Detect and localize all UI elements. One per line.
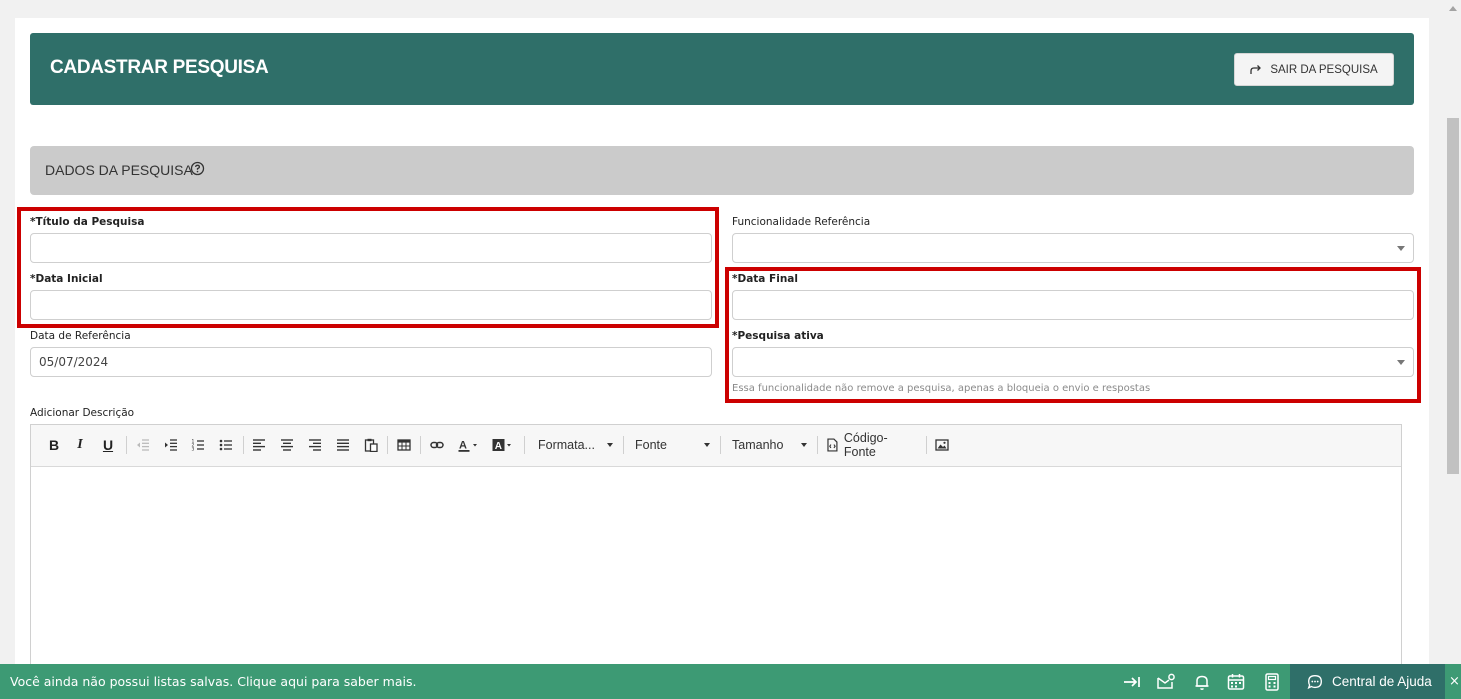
caret-down-icon	[704, 443, 710, 447]
toolbar-separator	[720, 436, 721, 454]
dropdown-arrow-icon	[1397, 360, 1405, 365]
rich-text-editor: B I U 123 A A Formata... Fonte Tamanho C…	[30, 424, 1402, 684]
source-code-icon	[827, 438, 838, 452]
calendar-icon[interactable]	[1226, 672, 1246, 692]
source-code-label: Código-Fonte	[843, 431, 888, 459]
toolbar-separator	[926, 436, 927, 454]
align-center-icon[interactable]	[278, 434, 296, 456]
align-justify-icon[interactable]	[334, 434, 352, 456]
background-color-icon[interactable]: A	[490, 434, 516, 456]
section-title: DADOS DA PESQUISA	[45, 162, 193, 178]
page-title: CADASTRAR PESQUISA	[50, 57, 269, 78]
scroll-thumb[interactable]	[1447, 118, 1459, 474]
scroll-up-arrow-icon[interactable]	[1449, 6, 1457, 11]
numbered-list-icon[interactable]: 123	[189, 434, 207, 456]
data-referencia-input[interactable]: 05/07/2024	[30, 347, 712, 377]
paste-icon[interactable]	[362, 434, 380, 456]
size-dropdown[interactable]: Tamanho	[732, 434, 807, 456]
font-label: Fonte	[635, 438, 667, 452]
footer-close-icon[interactable]: ×	[1449, 674, 1460, 689]
svg-text:A: A	[495, 441, 502, 452]
titulo-label: *Título da Pesquisa	[30, 216, 145, 228]
data-inicial-label: *Data Inicial	[30, 273, 103, 285]
toolbar-separator	[420, 436, 421, 454]
font-dropdown[interactable]: Fonte	[635, 434, 710, 456]
section-header: DADOS DA PESQUISA	[30, 146, 1414, 195]
toolbar-separator	[387, 436, 388, 454]
svg-text:3: 3	[192, 447, 195, 453]
dropdown-arrow-icon	[1397, 246, 1405, 251]
text-color-icon[interactable]: A	[456, 434, 482, 456]
formats-label: Formata...	[538, 438, 595, 452]
caret-down-icon	[607, 443, 613, 447]
bell-icon[interactable]	[1192, 672, 1212, 692]
saved-lists-message-link[interactable]: Você ainda não possui listas salvas. Cli…	[10, 674, 416, 689]
pesquisa-ativa-select[interactable]	[732, 347, 1414, 377]
arrow-to-right-icon[interactable]	[1122, 672, 1142, 692]
svg-text:A: A	[459, 440, 467, 452]
caret-down-icon	[801, 443, 807, 447]
toolbar-separator	[524, 436, 525, 454]
link-icon[interactable]	[428, 434, 446, 456]
indent-icon[interactable]	[162, 434, 180, 456]
descricao-label: Adicionar Descrição	[30, 407, 135, 419]
funcionalidade-label: Funcionalidade Referência	[732, 216, 871, 228]
editor-toolbar: B I U 123 A A Formata... Fonte Tamanho C…	[31, 425, 1401, 467]
outdent-icon[interactable]	[134, 434, 152, 456]
source-code-button[interactable]: Código-Fonte	[825, 431, 919, 459]
mail-settings-icon[interactable]	[1156, 672, 1176, 692]
align-right-icon[interactable]	[306, 434, 324, 456]
bullet-list-icon[interactable]	[217, 434, 235, 456]
help-center-button[interactable]: Central de Ajuda	[1290, 664, 1445, 699]
formats-dropdown[interactable]: Formata...	[538, 434, 613, 456]
page-header: CADASTRAR PESQUISA SAIR DA PESQUISA	[30, 33, 1414, 105]
editor-content-area[interactable]	[31, 468, 1401, 683]
data-final-label: *Data Final	[732, 273, 798, 285]
share-arrow-icon	[1250, 64, 1262, 74]
toolbar-separator	[126, 436, 127, 454]
question-circle-icon[interactable]	[190, 161, 205, 176]
toolbar-separator	[243, 436, 244, 454]
size-label: Tamanho	[732, 438, 784, 452]
footer-bar: Você ainda não possui listas salvas. Cli…	[0, 664, 1461, 699]
data-referencia-label: Data de Referência	[30, 330, 131, 342]
align-left-icon[interactable]	[250, 434, 268, 456]
italic-button[interactable]: I	[71, 434, 89, 456]
toolbar-separator	[623, 436, 624, 454]
image-icon[interactable]	[933, 434, 951, 456]
funcionalidade-select[interactable]	[732, 233, 1414, 263]
help-center-label: Central de Ajuda	[1332, 674, 1432, 689]
data-inicial-input[interactable]	[30, 290, 712, 320]
calculator-icon[interactable]	[1262, 672, 1282, 692]
pesquisa-ativa-label: *Pesquisa ativa	[732, 330, 824, 342]
exit-survey-button[interactable]: SAIR DA PESQUISA	[1234, 53, 1394, 86]
bold-button[interactable]: B	[45, 434, 63, 456]
table-icon[interactable]	[395, 434, 413, 456]
toolbar-separator	[817, 436, 818, 454]
exit-survey-label: SAIR DA PESQUISA	[1270, 63, 1378, 76]
data-final-input[interactable]	[732, 290, 1414, 320]
underline-button[interactable]: U	[99, 434, 117, 456]
page-scrollbar[interactable]	[1445, 0, 1461, 664]
pesquisa-ativa-hint: Essa funcionalidade não remove a pesquis…	[732, 383, 1151, 394]
titulo-input[interactable]	[30, 233, 712, 263]
chat-bubble-icon	[1307, 674, 1322, 689]
